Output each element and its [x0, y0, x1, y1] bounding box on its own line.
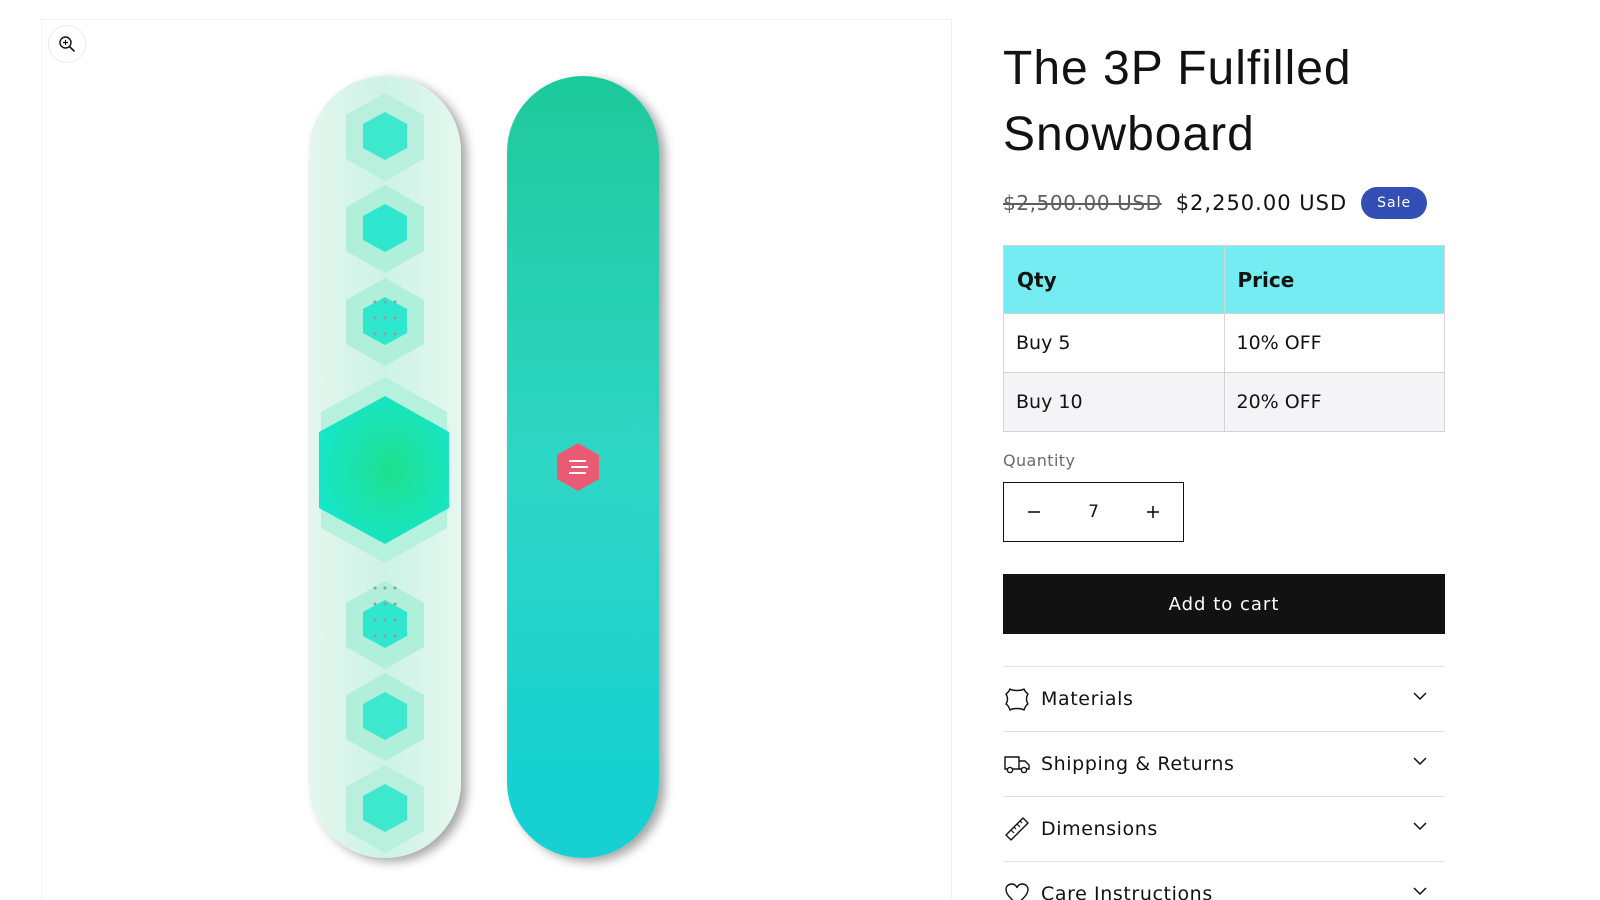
chevron-down-icon — [1413, 757, 1427, 766]
chevron-down-icon — [1413, 822, 1427, 831]
leather-icon — [1003, 685, 1031, 713]
add-to-cart-button[interactable]: Add to cart — [1003, 574, 1445, 634]
accordion-label: Dimensions — [1041, 818, 1158, 840]
accordion-dimensions[interactable]: Dimensions — [1003, 796, 1445, 861]
product-image[interactable] — [42, 20, 953, 900]
zoom-in-icon[interactable] — [48, 25, 86, 63]
table-cell: 10% OFF — [1223, 313, 1445, 373]
product-media-gallery — [41, 19, 952, 900]
heart-icon — [1003, 880, 1031, 900]
chevron-down-icon — [1413, 887, 1427, 896]
increase-quantity-button[interactable] — [1123, 483, 1183, 541]
compare-at-price: $2,500.00 USD — [1003, 191, 1162, 215]
truck-icon — [1003, 750, 1031, 778]
column-header-qty: Qty — [1003, 245, 1225, 314]
table-cell: 20% OFF — [1223, 372, 1445, 432]
product-accordion: Materials Shipping & Returns Dimensions … — [1003, 666, 1445, 900]
volume-discount-table: Qty Price Buy 5 10% OFF Buy 10 20% OFF — [1003, 245, 1445, 432]
plus-icon — [1147, 506, 1159, 518]
product-page: The 3P Fulfilled Snowboard $2,500.00 USD… — [0, 0, 1600, 900]
accordion-label: Materials — [1041, 688, 1134, 710]
product-title: The 3P Fulfilled Snowboard — [1003, 42, 1352, 161]
table-cell: Buy 10 — [1003, 372, 1225, 432]
sale-price: $2,250.00 USD — [1175, 191, 1348, 215]
minus-icon — [1028, 511, 1040, 513]
table-header-row: Qty Price — [1003, 245, 1445, 314]
snowboard-base — [507, 76, 659, 858]
column-header-price: Price — [1223, 245, 1445, 314]
snowboard-top-sheet — [309, 76, 461, 858]
accordion-label: Shipping & Returns — [1041, 753, 1235, 775]
accordion-shipping-returns[interactable]: Shipping & Returns — [1003, 731, 1445, 796]
ruler-icon — [1003, 815, 1031, 843]
quantity-stepper — [1003, 482, 1184, 542]
chevron-down-icon — [1413, 692, 1427, 701]
accordion-materials[interactable]: Materials — [1003, 666, 1445, 731]
sale-badge: Sale — [1361, 187, 1428, 219]
price-row: $2,500.00 USD $2,250.00 USD Sale — [1003, 185, 1428, 221]
quantity-label: Quantity — [1003, 451, 1076, 470]
accordion-care-instructions[interactable]: Care Instructions — [1003, 861, 1445, 900]
quantity-input[interactable] — [1064, 483, 1123, 541]
table-row: Buy 5 10% OFF — [1003, 313, 1445, 373]
table-row: Buy 10 20% OFF — [1003, 372, 1445, 432]
decrease-quantity-button[interactable] — [1004, 483, 1064, 541]
accordion-label: Care Instructions — [1041, 883, 1213, 900]
table-cell: Buy 5 — [1003, 313, 1225, 373]
